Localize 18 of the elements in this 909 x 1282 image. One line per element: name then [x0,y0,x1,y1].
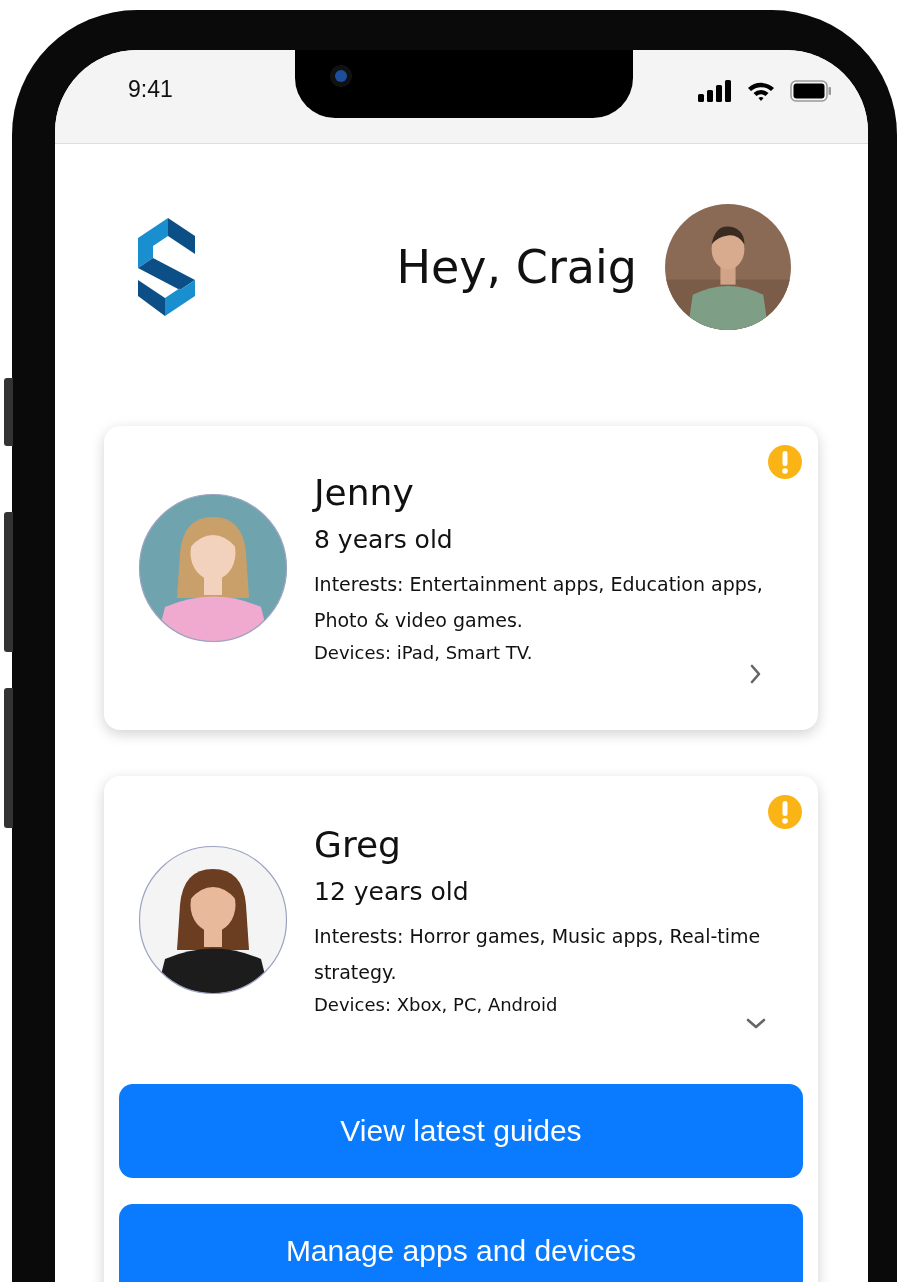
greeting: Hey, Craig [396,240,637,294]
camera-icon [329,64,353,88]
profile-devices: Devices: iPad, Smart TV. [314,641,534,665]
profile-name: Jenny [314,471,415,515]
profile-card[interactable]: Greg 12 years old Interests: Horror games, Music apps, Real-time strategy. Devices: Xbox, PC, Android View latest guides Manage apps and devices [104,776,818,1282]
action-button[interactable]: View latest guides [119,1084,803,1178]
battery-icon [790,79,832,102]
profile-interests: Interests: Horror games, Music apps, Real-time strategy. [314,924,762,985]
signal-icon [698,79,732,102]
profile-interests: Interests: Entertainment apps, Education apps, Photo & video games. [314,572,764,633]
action-button[interactable]: Manage apps and devices [119,1204,803,1282]
profile-name: Greg [314,823,402,867]
profile-card[interactable]: Jenny 8 years old Interests: Entertainment apps, Education apps, Photo & video games. Devices: iPad, Smart TV. [104,426,818,730]
logo-icon [138,218,195,316]
status-time: 9:41 [128,76,173,103]
profile-age: 8 years old [314,524,454,556]
profile-devices: Devices: Xbox, PC, Android [314,993,559,1017]
profile-age: 12 years old [314,876,470,908]
